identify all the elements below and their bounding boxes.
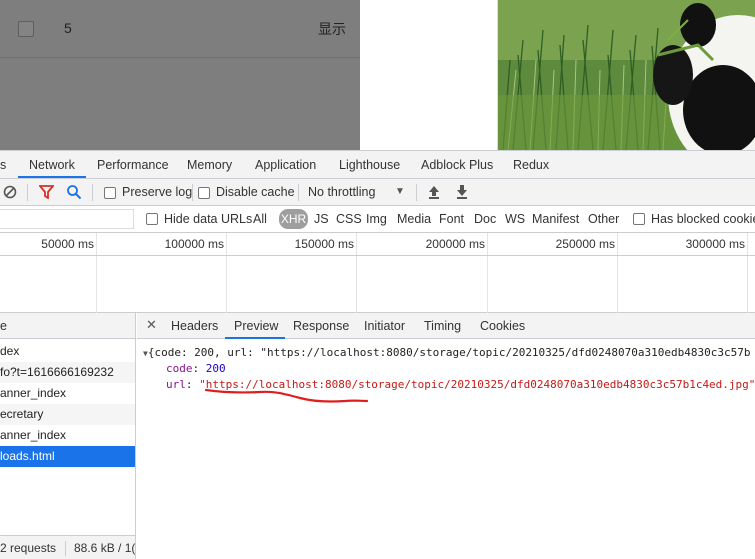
row-checkbox[interactable] bbox=[18, 21, 34, 37]
timeline-tick: 150000 ms bbox=[294, 237, 354, 251]
close-icon[interactable]: ✕ bbox=[146, 317, 157, 333]
list-item-selected[interactable]: loads.html bbox=[0, 446, 135, 467]
tab-cookies[interactable]: Cookies bbox=[480, 319, 525, 333]
import-har-icon[interactable] bbox=[427, 184, 441, 203]
has-blocked-cookies-checkbox[interactable] bbox=[633, 213, 645, 225]
request-list-header[interactable]: e bbox=[0, 313, 135, 339]
tab-headers[interactable]: Headers bbox=[171, 319, 218, 333]
table-row: 5 显示 bbox=[0, 0, 360, 58]
clear-icon[interactable] bbox=[3, 185, 17, 202]
list-item[interactable]: ecretary bbox=[0, 404, 135, 425]
tab-lighthouse[interactable]: Lighthouse bbox=[339, 158, 400, 172]
red-annotation-underline bbox=[204, 388, 369, 403]
timeline-tick: 250000 ms bbox=[555, 237, 615, 251]
json-root-line[interactable]: ▼{code: 200, url: "https://localhost:808… bbox=[143, 346, 750, 359]
devtools-panel: s Network Performance Memory Application… bbox=[0, 150, 755, 559]
devtools-tab-bar: s Network Performance Memory Application… bbox=[0, 151, 755, 179]
preserve-log-label: Preserve log bbox=[122, 185, 193, 199]
tab-preview[interactable]: Preview bbox=[234, 319, 278, 333]
transfer-size: 88.6 kB / 1( bbox=[74, 541, 136, 555]
export-har-icon[interactable] bbox=[455, 184, 469, 203]
filter-input[interactable] bbox=[0, 209, 134, 229]
type-manifest[interactable]: Manifest bbox=[532, 212, 579, 226]
type-xhr[interactable]: XHR bbox=[279, 209, 308, 229]
request-details: ✕ Headers Preview Response Initiator Tim… bbox=[137, 313, 755, 559]
type-other[interactable]: Other bbox=[588, 212, 619, 226]
type-img[interactable]: Img bbox=[366, 212, 387, 226]
type-doc[interactable]: Doc bbox=[474, 212, 496, 226]
hide-data-urls-label: Hide data URLs bbox=[164, 212, 253, 226]
json-key: url bbox=[166, 378, 186, 391]
network-timeline[interactable]: 50000 ms 100000 ms 150000 ms 200000 ms 2… bbox=[0, 233, 755, 313]
tab-application[interactable]: Application bbox=[255, 158, 316, 172]
panda-image bbox=[497, 0, 755, 150]
active-tab-indicator bbox=[18, 176, 86, 178]
row-number: 5 bbox=[64, 20, 72, 36]
list-item[interactable]: anner_index bbox=[0, 383, 135, 404]
network-filter-bar: Hide data URLs All XHR JS CSS Img Media … bbox=[0, 206, 755, 233]
network-status-bar: 2 requests 88.6 kB / 1( bbox=[0, 535, 136, 559]
type-all[interactable]: All bbox=[253, 212, 267, 226]
modal-overlay-table: 5 显示 bbox=[0, 0, 360, 150]
timeline-tick: 200000 ms bbox=[425, 237, 485, 251]
request-list: e dex fo?t=1616666169232 anner_index ecr… bbox=[0, 313, 136, 559]
active-tab-indicator bbox=[225, 337, 285, 339]
type-js[interactable]: JS bbox=[314, 212, 329, 226]
json-root-summary: {code: 200, url: "https://localhost:8080… bbox=[147, 346, 751, 359]
list-item[interactable]: anner_index bbox=[0, 425, 135, 446]
tab-performance[interactable]: Performance bbox=[97, 158, 169, 172]
tab-network[interactable]: Network bbox=[29, 158, 75, 172]
timeline-tick: 50000 ms bbox=[41, 237, 94, 251]
tab-initiator[interactable]: Initiator bbox=[364, 319, 405, 333]
tab-memory[interactable]: Memory bbox=[187, 158, 232, 172]
name-column-header: e bbox=[0, 319, 7, 333]
hide-data-urls-checkbox[interactable] bbox=[146, 213, 158, 225]
row-action-show[interactable]: 显示 bbox=[318, 19, 346, 39]
type-css[interactable]: CSS bbox=[336, 212, 362, 226]
tab-adblock-plus[interactable]: Adblock Plus bbox=[421, 158, 493, 172]
request-count: 2 requests bbox=[0, 541, 57, 555]
json-code-property: code: 200 bbox=[166, 362, 226, 375]
list-item[interactable]: fo?t=1616666169232 bbox=[0, 362, 135, 383]
throttling-select[interactable]: No throttling bbox=[308, 185, 375, 199]
network-toolbar: Preserve log Disable cache No throttling… bbox=[0, 179, 755, 206]
filter-icon[interactable] bbox=[38, 185, 55, 202]
tab-response[interactable]: Response bbox=[293, 319, 349, 333]
type-font[interactable]: Font bbox=[439, 212, 464, 226]
search-icon[interactable] bbox=[66, 184, 82, 203]
tab-timing[interactable]: Timing bbox=[424, 319, 461, 333]
page-viewport: 5 显示 bbox=[0, 0, 755, 150]
json-number-value: 200 bbox=[205, 362, 226, 375]
has-blocked-cookies-label: Has blocked cookie bbox=[651, 212, 755, 226]
timeline-tick: 100000 ms bbox=[164, 237, 224, 251]
disable-cache-label: Disable cache bbox=[216, 185, 295, 199]
tab-redux[interactable]: Redux bbox=[513, 158, 549, 172]
disable-cache-checkbox[interactable] bbox=[198, 187, 210, 199]
timeline-tick: 300000 ms bbox=[685, 237, 745, 251]
details-tab-bar: ✕ Headers Preview Response Initiator Tim… bbox=[137, 313, 755, 339]
tab-sources-partial[interactable]: s bbox=[0, 158, 6, 172]
timeline-ruler: 50000 ms 100000 ms 150000 ms 200000 ms 2… bbox=[0, 233, 755, 256]
list-item[interactable]: dex bbox=[0, 341, 135, 362]
json-key: code bbox=[166, 362, 193, 375]
type-media[interactable]: Media bbox=[397, 212, 431, 226]
chevron-down-icon: ▼ bbox=[395, 186, 405, 197]
type-ws[interactable]: WS bbox=[505, 212, 525, 226]
preserve-log-checkbox[interactable] bbox=[104, 187, 116, 199]
